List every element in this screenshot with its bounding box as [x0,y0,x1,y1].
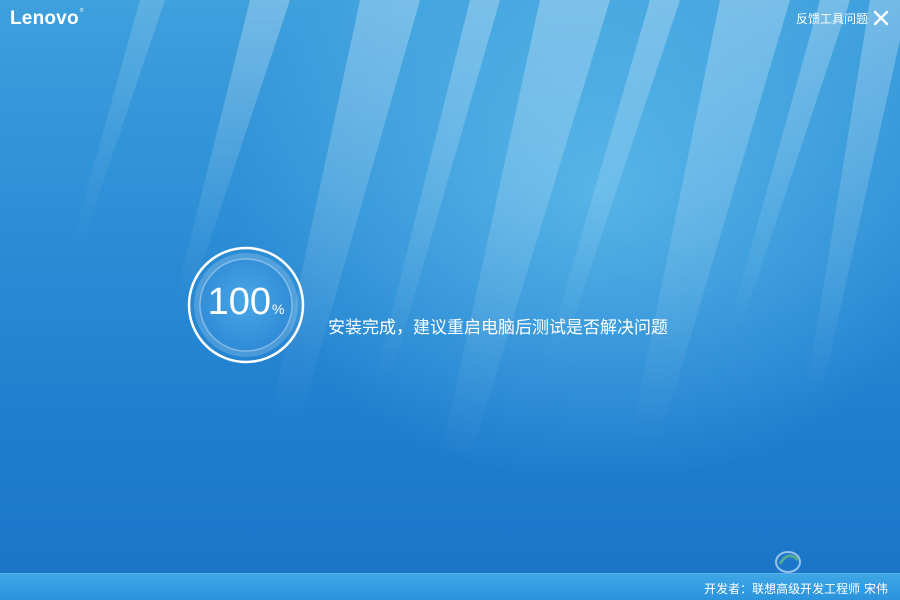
close-icon[interactable] [872,9,890,27]
progress-percentage: 100% [187,282,305,329]
progress-unit: % [271,301,285,317]
brand-name: Lenovo [10,8,79,29]
developer-credit: 开发者：联想高级开发工程师 宋伟 [704,582,888,596]
progress-ring: 100% [187,246,305,364]
installer-window: Lenovo® 反馈工具问题 100% 安装完成，建议重启电脑后测试是否解决问题 [0,0,900,600]
status-message: 安装完成，建议重启电脑后测试是否解决问题 [328,318,668,338]
footer-bar: 开发者：联想高级开发工程师 宋伟 [0,573,900,600]
trademark-mark: ® [79,8,84,14]
progress-number: 100 [207,281,271,323]
feedback-link[interactable]: 反馈工具问题 [796,10,868,27]
lenovo-logo: Lenovo® [10,8,84,30]
background-light-streaks [70,0,900,460]
